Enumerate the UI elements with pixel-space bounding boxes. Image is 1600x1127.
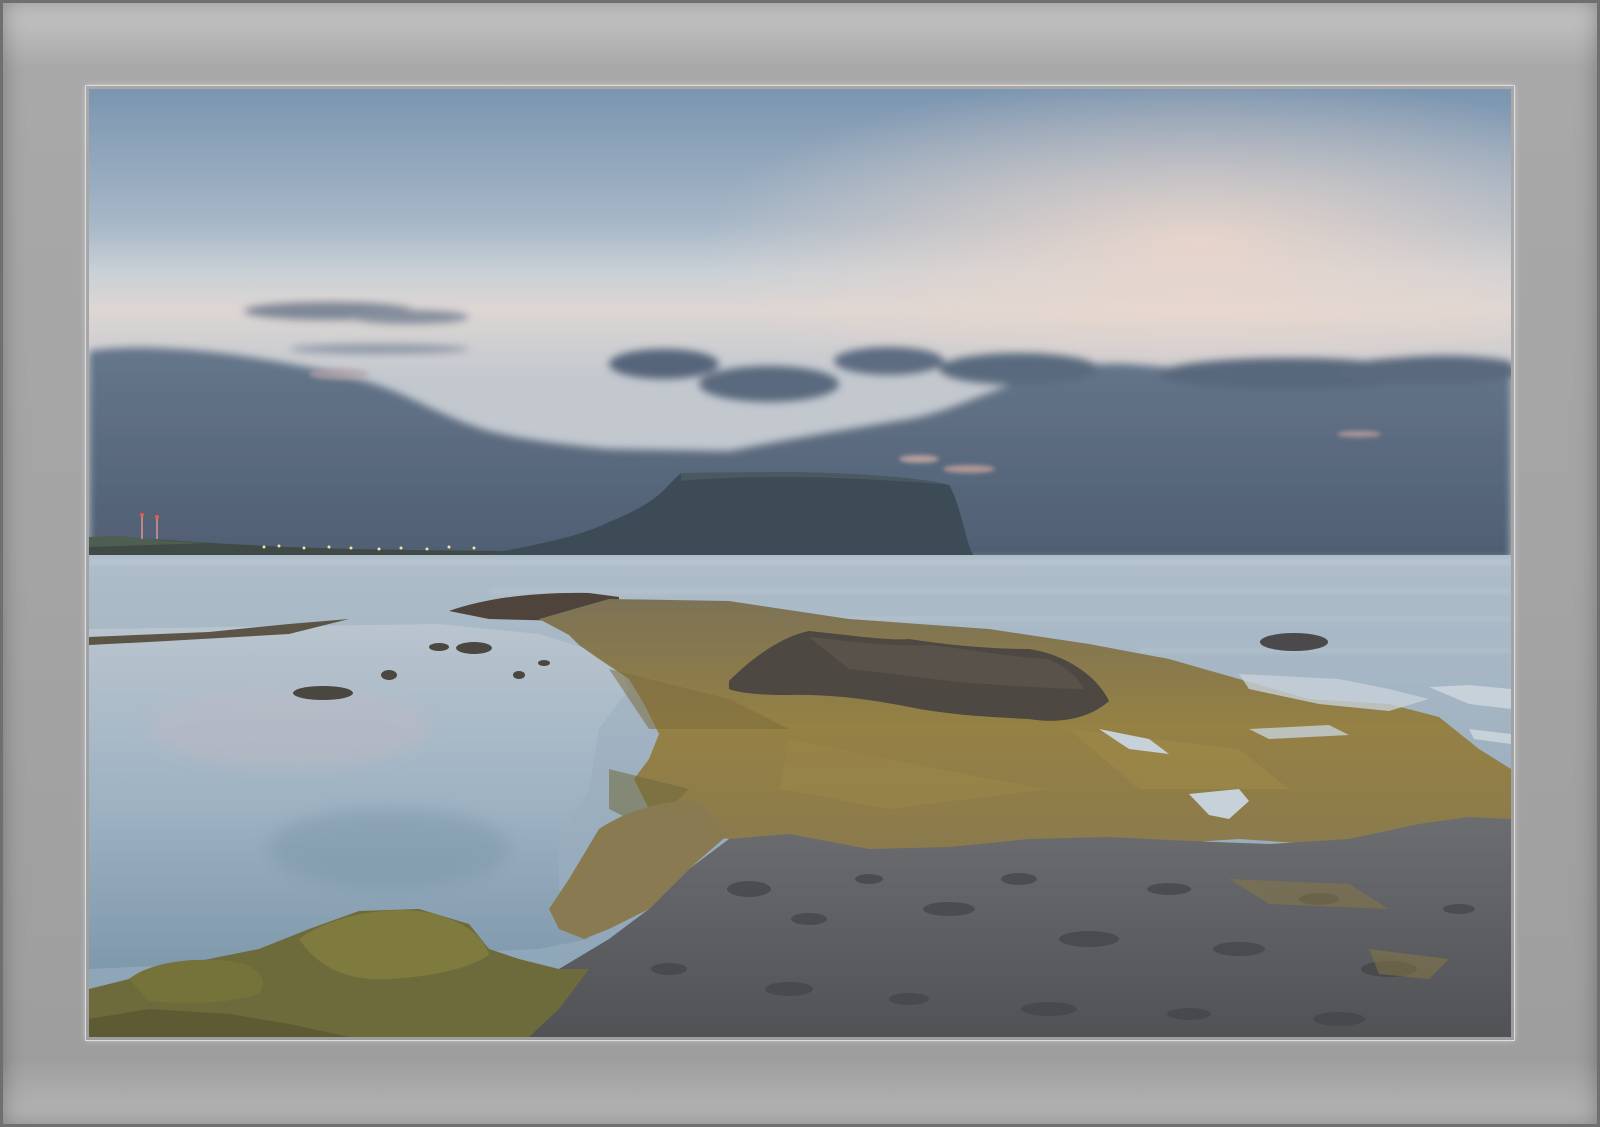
landscape-photo (89, 89, 1511, 1037)
